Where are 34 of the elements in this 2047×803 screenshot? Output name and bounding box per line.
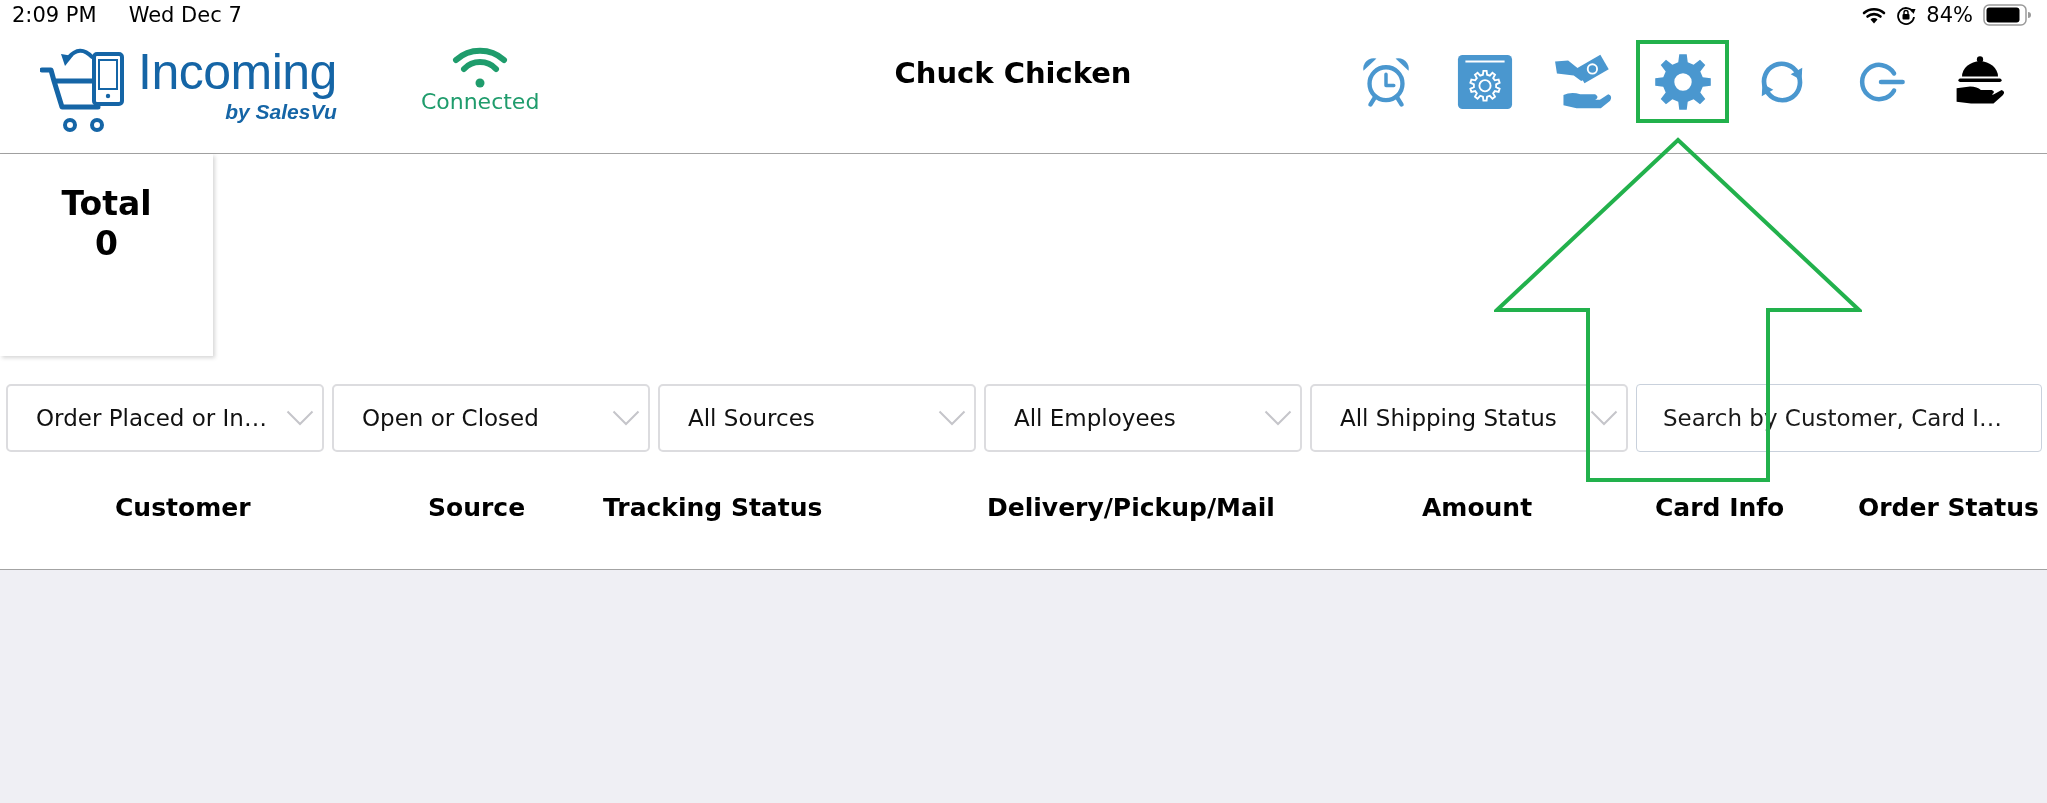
connection-status: Connected (420, 89, 540, 114)
gear-box-icon (1456, 53, 1513, 110)
app-tagline: by SalesVu (225, 99, 337, 125)
hand-cash-icon (1553, 53, 1614, 110)
chevron-down-icon (286, 410, 314, 426)
chevron-down-icon (938, 410, 966, 426)
orientation-lock-icon (1896, 5, 1917, 25)
settings-icon (1653, 52, 1712, 111)
column-header: Delivery/Pickup/Mail (987, 492, 1275, 524)
wifi-icon (1862, 6, 1887, 24)
wifi-icon (451, 46, 510, 88)
chevron-down-icon (1590, 410, 1618, 426)
column-header: Tracking Status (603, 492, 823, 524)
chevron-down-icon (1264, 410, 1292, 426)
filter-dropdown[interactable]: All Employees (984, 384, 1302, 452)
column-header: Card Info (1655, 492, 1785, 524)
settings-button[interactable] (1636, 40, 1729, 123)
filter-dropdown[interactable]: Open or Closed (332, 384, 650, 452)
store-name: Chuck Chicken (894, 55, 1132, 91)
status-time: 2:09 PM (12, 2, 97, 28)
total-value: 0 (95, 224, 118, 264)
column-header: Amount (1422, 492, 1533, 524)
filter-dropdown[interactable]: Order Placed or In… (6, 384, 324, 452)
battery-icon (1983, 4, 2033, 26)
filter-dropdown[interactable]: All Shipping Status (1310, 384, 1628, 452)
total-label: Total (61, 184, 152, 224)
chevron-down-icon (612, 410, 640, 426)
app-name: Incoming (138, 45, 337, 99)
battery-percent: 84% (1926, 2, 1973, 28)
column-header: Source (428, 492, 526, 524)
column-header: Customer (115, 492, 251, 524)
filter-dropdown[interactable]: All Sources (658, 384, 976, 452)
column-header: Order Status (1858, 492, 2039, 524)
status-date: Wed Dec 7 (128, 2, 242, 28)
